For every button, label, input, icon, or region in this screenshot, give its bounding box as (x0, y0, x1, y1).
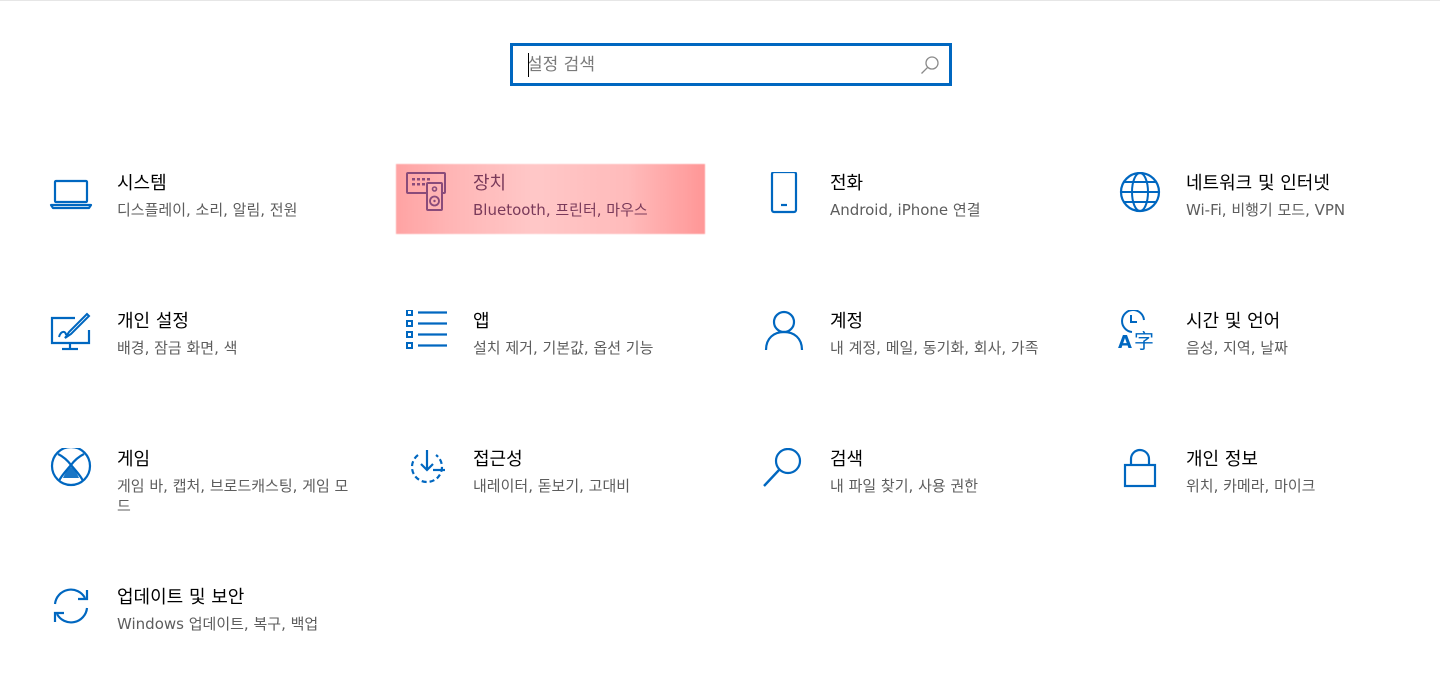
tile-system[interactable]: 시스템 디스플레이, 소리, 알림, 전원 (49, 172, 349, 252)
tile-description: Windows 업데이트, 복구, 백업 (117, 615, 319, 633)
tile-title: 앱 (473, 311, 490, 332)
text-caret (528, 53, 529, 77)
tile-description: 배경, 잠금 화면, 색 (117, 339, 238, 357)
time-language-icon: A字 (1118, 310, 1162, 354)
top-divider (0, 0, 1440, 1)
tile-title: 개인 설정 (117, 311, 189, 332)
tile-update-security[interactable]: 업데이트 및 보안 Windows 업데이트, 복구, 백업 (49, 586, 349, 666)
lock-icon (1118, 448, 1162, 492)
tile-phone[interactable]: 전화 Android, iPhone 연결 (762, 172, 1062, 252)
laptop-icon (49, 172, 93, 216)
tile-description: 위치, 카메라, 마이크 (1186, 477, 1316, 495)
tile-search[interactable]: 검색 내 파일 찾기, 사용 권한 (762, 448, 1062, 528)
tile-time-language[interactable]: A字 시간 및 언어 음성, 지역, 날짜 (1118, 310, 1418, 390)
tile-title: 업데이트 및 보안 (117, 587, 245, 608)
person-icon (762, 310, 806, 354)
apps-list-icon (405, 310, 449, 354)
tile-description: 음성, 지역, 날짜 (1186, 339, 1288, 357)
ease-of-access-icon (405, 448, 449, 492)
tile-network[interactable]: 네트워크 및 인터넷 Wi-Fi, 비행기 모드, VPN (1118, 172, 1418, 252)
phone-icon (762, 172, 806, 216)
tile-description: 설치 제거, 기본값, 옵션 기능 (473, 339, 654, 357)
svg-text:A: A (1118, 332, 1132, 353)
tile-privacy[interactable]: 개인 정보 위치, 카메라, 마이크 (1118, 448, 1418, 528)
tile-title: 네트워크 및 인터넷 (1186, 173, 1330, 194)
search-icon (762, 448, 806, 492)
tile-ease-of-access[interactable]: 접근성 내레이터, 돋보기, 고대비 (405, 448, 705, 528)
tile-title: 시간 및 언어 (1186, 311, 1281, 332)
tile-description: 내레이터, 돋보기, 고대비 (473, 477, 631, 495)
tile-description: 내 파일 찾기, 사용 권한 (830, 477, 979, 495)
tile-description: Bluetooth, 프린터, 마우스 (473, 201, 648, 219)
xbox-icon (49, 448, 93, 492)
tile-gaming[interactable]: 게임 게임 바, 캡처, 브로드캐스팅, 게임 모드 (49, 448, 349, 528)
search-icon[interactable] (920, 55, 940, 75)
globe-icon (1118, 172, 1162, 216)
devices-icon (405, 172, 449, 216)
tile-description: 내 계정, 메일, 동기화, 회사, 가족 (830, 339, 1039, 357)
tile-description: 게임 바, 캡처, 브로드캐스팅, 게임 모드 (117, 477, 349, 515)
tile-title: 장치 (473, 173, 507, 194)
tile-title: 게임 (117, 449, 151, 470)
tile-devices[interactable]: 장치 Bluetooth, 프린터, 마우스 (405, 172, 705, 252)
tile-title: 시스템 (117, 173, 167, 194)
svg-text:字: 字 (1134, 329, 1154, 353)
tile-personalization[interactable]: 개인 설정 배경, 잠금 화면, 색 (49, 310, 349, 390)
tile-title: 검색 (830, 449, 864, 470)
search-box[interactable] (510, 43, 952, 86)
tile-title: 접근성 (473, 449, 523, 470)
tile-title: 전화 (830, 173, 864, 194)
sync-icon (49, 586, 93, 630)
search-input[interactable] (527, 46, 907, 83)
personalization-icon (49, 310, 93, 354)
tile-title: 계정 (830, 311, 864, 332)
tile-description: Android, iPhone 연결 (830, 201, 981, 219)
tile-accounts[interactable]: 계정 내 계정, 메일, 동기화, 회사, 가족 (762, 310, 1062, 390)
tile-description: 디스플레이, 소리, 알림, 전원 (117, 201, 298, 219)
tile-description: Wi-Fi, 비행기 모드, VPN (1186, 201, 1346, 219)
tile-title: 개인 정보 (1186, 449, 1258, 470)
tile-apps[interactable]: 앱 설치 제거, 기본값, 옵션 기능 (405, 310, 705, 390)
